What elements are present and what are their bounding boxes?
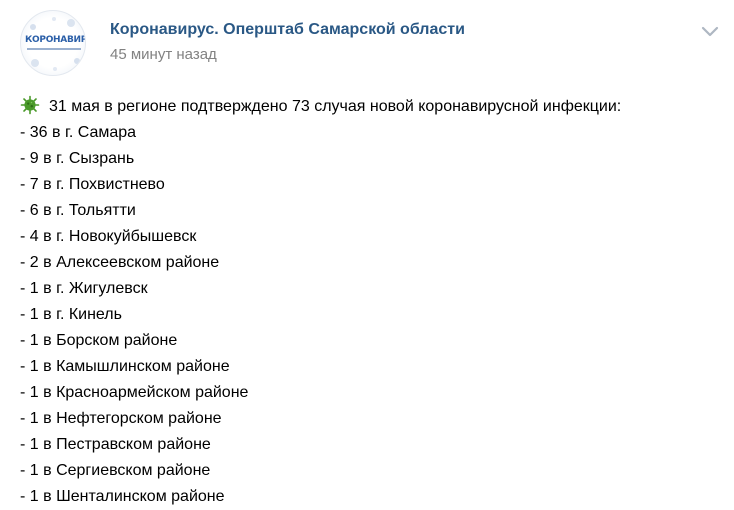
post-header: КОРОНАВИРУС Коронавирус. Оперштаб Самарс… [20, 10, 720, 76]
avatar-logo-text: КОРОНАВИРУС [25, 35, 85, 45]
virus-icon [20, 95, 40, 115]
list-item: - 1 в Нефтегорском районе [20, 410, 222, 427]
list-item: - 1 в Пестравском районе [20, 436, 211, 453]
post-timestamp[interactable]: 45 минут назад [110, 46, 217, 63]
list-item: - 7 в г. Похвистнево [20, 176, 165, 193]
list-item: - 36 в г. Самара [20, 124, 137, 141]
post-intro-text: 31 мая в регионе подтверждено 73 случая … [49, 98, 622, 115]
list-item: - 1 в Сергиевском районе [20, 462, 211, 479]
list-item: - 1 в г. Кинель [20, 306, 122, 323]
list-item: - 6 в г. Тольятти [20, 202, 136, 219]
post-text: 31 мая в регионе подтверждено 73 случая … [20, 94, 720, 510]
group-avatar[interactable]: КОРОНАВИРУС [20, 10, 86, 76]
list-item: - 1 в Камышлинском районе [20, 358, 230, 375]
list-item: - 1 в Красноармейском районе [20, 384, 249, 401]
list-item: - 2 в Алексеевском районе [20, 254, 220, 271]
list-item: - 1 в г. Жигулевск [20, 280, 148, 297]
chevron-down-icon[interactable] [700, 24, 720, 38]
post-intro-line: 31 мая в регионе подтверждено 73 случая … [20, 94, 720, 120]
group-name-link[interactable]: Коронавирус. Оперштаб Самарской области [110, 21, 465, 39]
avatar-logo-underline [27, 48, 81, 50]
list-item: - 1 в Борском районе [20, 332, 178, 349]
list-item: - 4 в г. Новокуйбышевск [20, 228, 197, 245]
list-item: - 1 в Шенталинском районе [20, 488, 225, 505]
list-item: - 9 в г. Сызрань [20, 150, 135, 167]
